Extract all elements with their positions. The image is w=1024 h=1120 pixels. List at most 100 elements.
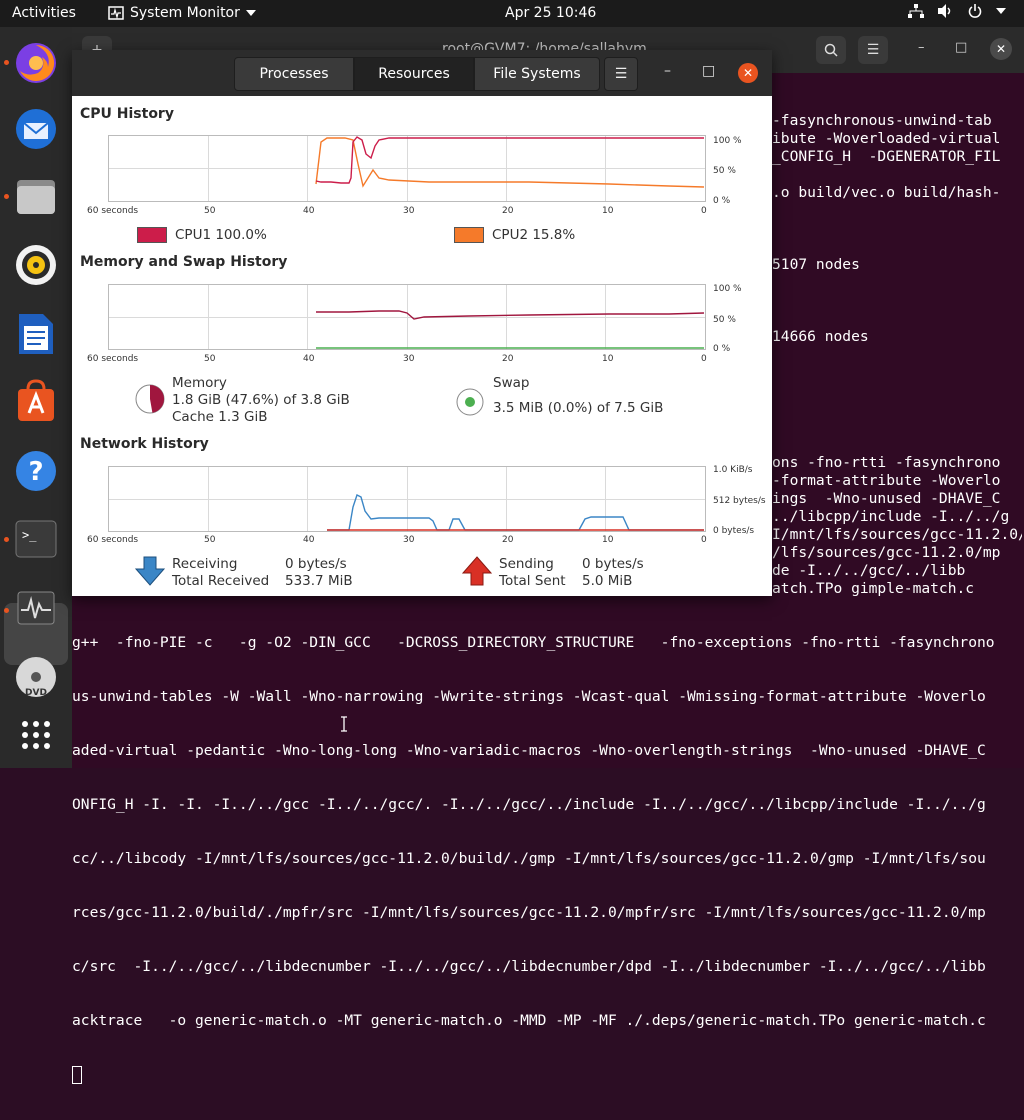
network-xtick: 10 [602,535,614,545]
receiving-value: 0 bytes/s [285,556,347,572]
dock-item-help[interactable]: ? [12,447,60,495]
receive-line [327,494,704,531]
top-bar: Activities System Monitor Apr 25 10:46 [0,0,1024,27]
dock-item-dvd[interactable]: DVD [12,653,60,701]
tab-processes[interactable]: Processes [234,57,354,91]
cpu-xtick: 30 [403,206,415,216]
files-icon [17,180,55,214]
network-xtick: 0 [701,535,707,545]
menu-button[interactable]: ☰ [858,36,888,64]
cpu1-line [315,136,704,184]
memory-xtick: 60 seconds [87,354,139,364]
cpu-graph [108,135,706,202]
terminal-line: acktrace -o generic-match.o -MT generic-… [72,1012,986,1029]
search-button[interactable] [816,36,846,64]
app-menu[interactable]: System Monitor [108,5,256,21]
memory-xtick: 30 [403,354,415,364]
memory-plot [316,310,705,349]
dock-item-thunderbird[interactable] [12,105,60,153]
network-graph [108,466,706,532]
memory-xtick: 0 [701,354,707,364]
memory-value: 1.8 GiB (47.6%) of 3.8 GiB [172,392,350,408]
terminal-prompt[interactable] [72,1066,995,1084]
dock-item-firefox[interactable] [12,39,60,87]
cache-value: Cache 1.3 GiB [172,409,268,425]
mouse-cursor-icon [341,716,347,732]
dock-item-files[interactable] [12,173,60,221]
dock-item-rhythmbox[interactable] [12,241,60,289]
close-button[interactable]: ✕ [990,38,1012,60]
activities-button[interactable]: Activities [12,5,76,21]
app-menu-label: System Monitor [130,5,240,21]
close-icon: ✕ [742,66,754,80]
system-monitor-icon [108,6,124,20]
cpu-ytick: 50 % [713,166,736,176]
terminal-fragment: 14666 nodes [772,328,869,345]
close-button[interactable]: ✕ [738,63,758,83]
firefox-icon [16,43,56,83]
memory-label: Memory [172,375,227,391]
terminal-line: ONFIG_H -I. -I. -I../../gcc -I../../gcc/… [72,796,986,813]
network-icon[interactable] [908,4,924,18]
memory-graph [108,284,706,350]
power-icon[interactable] [968,4,982,18]
rhythmbox-icon [16,245,56,285]
dock-item-system-monitor[interactable] [12,584,60,632]
minimize-button[interactable]: – [664,63,671,79]
clock[interactable]: Apr 25 10:46 [505,5,596,21]
cpu2-legend: CPU2 15.8% [492,227,576,243]
cpu1-legend: CPU1 100.0% [175,227,267,243]
swap-pie-icon[interactable] [455,387,485,417]
volume-icon[interactable] [938,4,954,18]
total-sent-value: 5.0 MiB [582,573,633,589]
terminal-icon: >_ [15,520,57,558]
maximize-button[interactable]: □ [702,63,715,79]
terminal-fragment: I/mnt/lfs/sources/gcc-11.2.0/gmp -I/mnt/… [772,526,1022,543]
tab-resources[interactable]: Resources [354,57,474,91]
dock-item-software[interactable] [12,377,60,425]
dock-item-terminal[interactable]: >_ [12,515,60,563]
minimize-button[interactable]: – [918,40,925,55]
chevron-down-icon [245,10,256,16]
network-xtick: 40 [303,535,315,545]
network-xtick: 60 seconds [87,535,139,545]
terminal-fragment: /lfs/sources/gcc-11.2.0/mp [772,544,1001,561]
dock-item-writer[interactable] [12,310,60,358]
memory-xtick: 20 [502,354,514,364]
system-monitor-window: Processes Resources File Systems ☰ – □ ✕… [72,50,772,596]
memory-xtick: 50 [204,354,216,364]
cpu-history-title: CPU History [80,106,174,122]
memory-ytick: 100 % [713,284,742,294]
memory-pie-icon[interactable] [134,383,166,415]
terminal-line: rces/gcc-11.2.0/build/./mpfr/src -I/mnt/… [72,904,986,921]
hamburger-icon: ☰ [614,66,628,82]
terminal-fragment: -fasynchronous-unwind-tab [772,112,992,129]
writer-icon [19,314,53,354]
memory-xtick: 10 [602,354,614,364]
maximize-button[interactable]: □ [955,40,967,55]
terminal-fragment: ibute -Woverloaded-virtual [772,130,1001,147]
upload-arrow-icon[interactable] [462,556,492,586]
cpu2-color-button[interactable] [454,227,484,243]
system-monitor-header: Processes Resources File Systems ☰ – □ ✕ [72,50,772,96]
cpu-xtick: 20 [502,206,514,216]
system-tray[interactable] [908,4,1006,18]
network-ytick: 512 bytes/s [713,496,766,506]
terminal-line: us-unwind-tables -W -Wall -Wno-narrowing… [72,688,986,705]
network-xtick: 20 [502,535,514,545]
cpu1-color-button[interactable] [137,227,167,243]
terminal-line: c/src -I../../gcc/../libdecnumber -I../.… [72,958,986,975]
dock-item-show-apps[interactable] [12,711,60,759]
swap-label: Swap [493,375,530,391]
svg-text:?: ? [28,457,43,487]
download-arrow-icon[interactable] [135,556,165,586]
svg-text:>_: >_ [22,528,37,542]
software-icon [18,379,54,421]
apps-grid-icon [22,721,50,749]
chevron-down-icon [996,8,1006,14]
terminal-fragment: ons -fno-rtti -fasynchrono [772,454,1001,471]
tab-file-systems[interactable]: File Systems [474,57,600,91]
cpu-xtick: 60 seconds [87,206,139,216]
menu-button[interactable]: ☰ [604,57,638,91]
svg-text:DVD: DVD [25,688,47,698]
